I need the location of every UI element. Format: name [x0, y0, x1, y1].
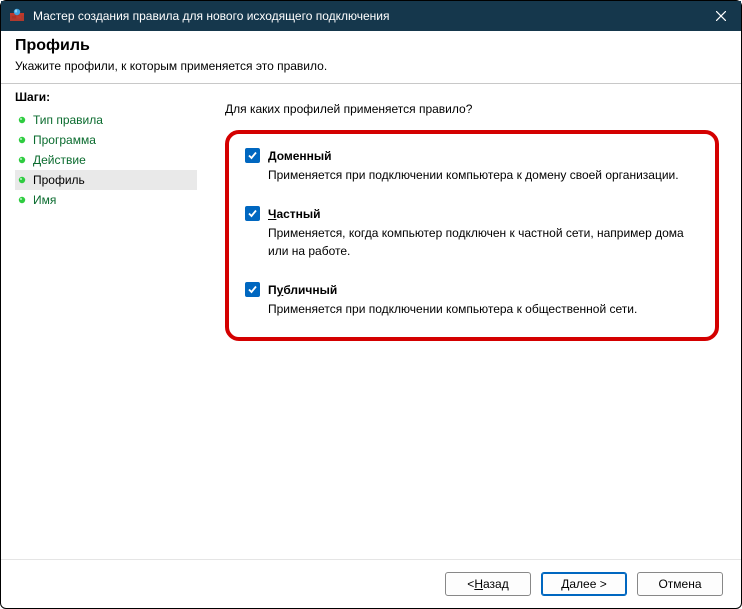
step-2[interactable]: Действие [15, 150, 197, 170]
profile-label[interactable]: Публичный [268, 283, 337, 297]
firewall-icon [9, 8, 25, 24]
profile-label[interactable]: Доменный [268, 149, 332, 163]
profile-row: Публичный [245, 282, 699, 297]
titlebar: Мастер создания правила для нового исход… [1, 1, 741, 31]
steps-heading: Шаги: [15, 90, 197, 104]
step-bullet-icon [17, 175, 27, 185]
step-1[interactable]: Программа [15, 130, 197, 150]
step-bullet-icon [17, 195, 27, 205]
step-bullet-icon [17, 115, 27, 125]
page-header: Профиль Укажите профили, к которым приме… [1, 31, 741, 84]
page-title: Профиль [15, 37, 727, 55]
close-button[interactable] [701, 1, 741, 31]
page-subtitle: Укажите профили, к которым применяется э… [15, 59, 727, 73]
profile-description: Применяется, когда компьютер подключен к… [268, 225, 699, 260]
step-label: Имя [33, 193, 56, 207]
step-label: Тип правила [33, 113, 103, 127]
step-bullet-icon [17, 135, 27, 145]
steps-sidebar: Шаги: Тип правила Программа Действие Профил… [1, 84, 197, 559]
profile-row: Частный [245, 206, 699, 221]
profile-checkbox-0[interactable] [245, 148, 260, 163]
step-label: Профиль [33, 173, 85, 187]
profile-block-1: Частный Применяется, когда компьютер подк… [245, 206, 699, 260]
step-label: Программа [33, 133, 96, 147]
back-button[interactable]: < Назад [445, 572, 531, 596]
close-icon [716, 11, 726, 21]
window-title: Мастер создания правила для нового исход… [33, 9, 701, 23]
profile-row: Доменный [245, 148, 699, 163]
profiles-highlight: Доменный Применяется при подключении комп… [225, 130, 719, 341]
step-3[interactable]: Профиль [15, 170, 197, 190]
profile-block-0: Доменный Применяется при подключении комп… [245, 148, 699, 184]
profile-description: Применяется при подключении компьютера к… [268, 167, 699, 184]
profile-block-2: Публичный Применяется при подключении ком… [245, 282, 699, 318]
cancel-button[interactable]: Отмена [637, 572, 723, 596]
step-4[interactable]: Имя [15, 190, 197, 210]
profile-checkbox-1[interactable] [245, 206, 260, 221]
step-0[interactable]: Тип правила [15, 110, 197, 130]
checkmark-icon [247, 284, 258, 295]
checkmark-icon [247, 208, 258, 219]
step-label: Действие [33, 153, 86, 167]
step-bullet-icon [17, 155, 27, 165]
profile-description: Применяется при подключении компьютера к… [268, 301, 699, 318]
checkmark-icon [247, 150, 258, 161]
profile-checkbox-2[interactable] [245, 282, 260, 297]
main-panel: Для каких профилей применяется правило? … [197, 84, 741, 559]
next-button[interactable]: Далее > [541, 572, 627, 596]
profile-label[interactable]: Частный [268, 207, 321, 221]
footer: < Назад Далее > Отмена [1, 559, 741, 607]
main-prompt: Для каких профилей применяется правило? [225, 102, 719, 116]
